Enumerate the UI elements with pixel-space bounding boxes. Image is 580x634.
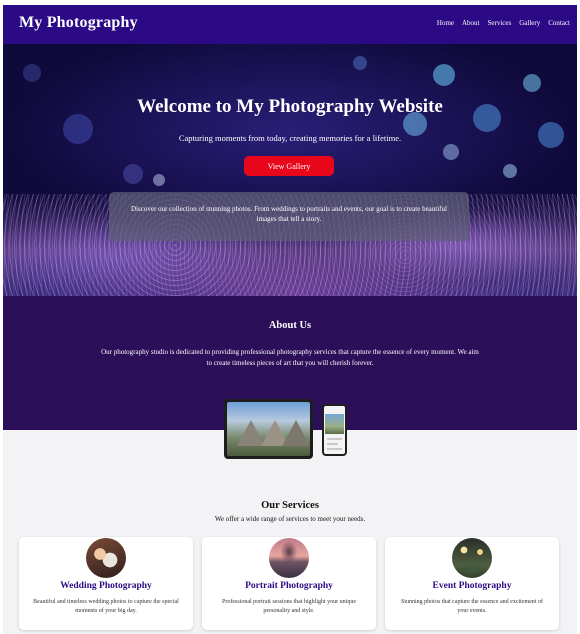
- nav-link-home[interactable]: Home: [437, 19, 454, 27]
- navbar: My Photography Home About Services Galle…: [3, 5, 577, 44]
- service-card-wedding[interactable]: Wedding Photography Beautiful and timele…: [19, 537, 193, 630]
- tablet-screen: [227, 402, 310, 456]
- bokeh-light: [433, 64, 455, 86]
- brand-logo[interactable]: My Photography: [19, 14, 138, 32]
- services-subtitle: We offer a wide range of services to mee…: [214, 515, 366, 523]
- portrait-photo: [269, 538, 309, 578]
- bokeh-light: [123, 164, 143, 184]
- wedding-photo: [86, 538, 126, 578]
- service-description: Beautiful and timeless wedding photos to…: [33, 599, 179, 614]
- tablet-mockup-image: [224, 399, 313, 459]
- page: My Photography Home About Services Galle…: [3, 5, 577, 634]
- hero-subtitle: Capturing moments from today, creating m…: [178, 133, 402, 143]
- service-description: Professional portrait sessions that high…: [222, 599, 356, 614]
- service-title: Event Photography: [432, 581, 512, 591]
- bokeh-light: [523, 74, 541, 92]
- view-gallery-button[interactable]: View Gallery: [244, 156, 334, 176]
- hero-section: Welcome to My Photography Website Captur…: [3, 44, 577, 296]
- event-photo: [452, 538, 492, 578]
- about-title: About Us: [268, 320, 312, 331]
- service-card-event[interactable]: Event Photography Stunning photos that c…: [385, 537, 559, 630]
- nav-link-about[interactable]: About: [462, 19, 480, 27]
- nav-link-contact[interactable]: Contact: [548, 19, 570, 27]
- bokeh-light: [153, 174, 165, 186]
- bokeh-light: [443, 144, 459, 160]
- service-title: Portrait Photography: [245, 581, 333, 591]
- service-card-portrait[interactable]: Portrait Photography Professional portra…: [202, 537, 376, 630]
- phone-mockup-image: [322, 404, 347, 456]
- bokeh-light: [503, 164, 517, 178]
- phone-screen-image: [325, 414, 344, 434]
- about-text: Our photography studio is dedicated to p…: [101, 348, 479, 367]
- nav-link-services[interactable]: Services: [488, 19, 512, 27]
- services-title: Our Services: [261, 500, 319, 511]
- nav-link-gallery[interactable]: Gallery: [519, 19, 540, 27]
- hero-title: Welcome to My Photography Website: [137, 96, 443, 117]
- bokeh-light: [23, 64, 41, 82]
- hero-intro-box: Discover our collection of stunning phot…: [109, 192, 469, 241]
- service-description: Stunning photos that capture the essence…: [401, 599, 543, 614]
- service-title: Wedding Photography: [60, 581, 152, 591]
- nav-links: Home About Services Gallery Contact: [437, 19, 570, 27]
- bokeh-light: [353, 56, 367, 70]
